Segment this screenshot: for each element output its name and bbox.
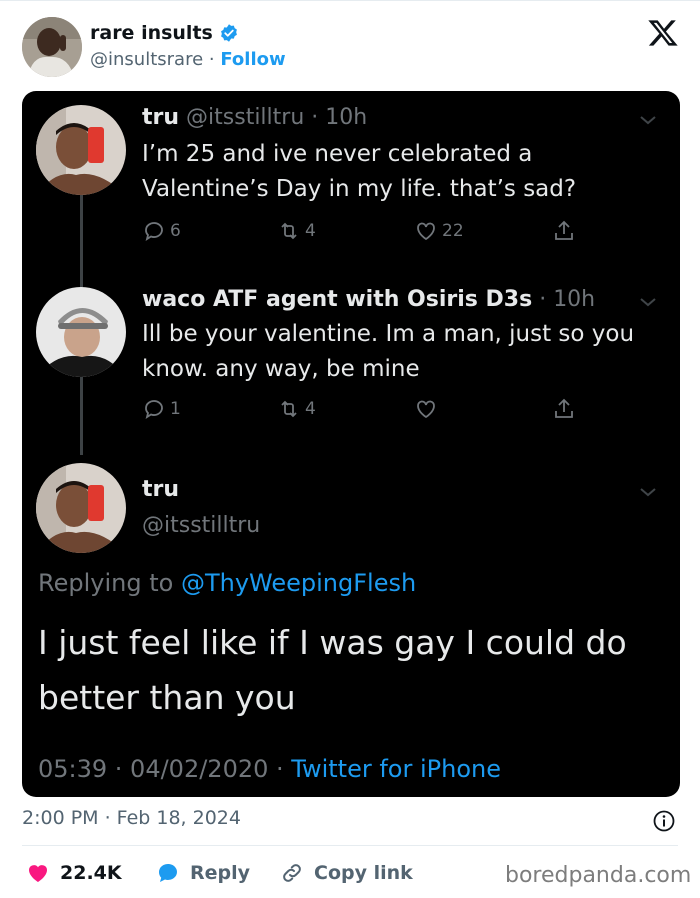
tweet1-like: 22 xyxy=(414,219,464,243)
follow-button[interactable]: Follow xyxy=(220,49,285,70)
tweet2-text: Ill be your valentine. Im a man, just so… xyxy=(142,321,635,382)
reply-label: Reply xyxy=(190,862,251,884)
tweet3-handle: @itsstilltru xyxy=(142,513,261,538)
info-icon[interactable] xyxy=(652,809,676,833)
reply-icon xyxy=(145,222,163,241)
tweet3-time-date: 05:39 · 04/02/2020 · xyxy=(38,755,284,783)
replying-to: Replying to @ThyWeepingFlesh xyxy=(38,569,416,597)
retweet-icon xyxy=(281,222,297,240)
reply-button[interactable]: Reply xyxy=(156,861,250,885)
post-card: rare insults @insultsrare · Follow tru @… xyxy=(0,0,700,898)
replying-to-handle: @ThyWeepingFlesh xyxy=(180,569,417,597)
tweet1-reply: 6 xyxy=(142,219,181,243)
link-icon xyxy=(283,864,301,882)
tweet1-text: I’m 25 and ive never celebrated a Valent… xyxy=(142,141,577,202)
heart-filled-icon xyxy=(29,865,47,882)
embedded-screenshot: tru @itsstilltru · 10h I’m 25 and ive ne… xyxy=(22,91,680,797)
tweet2-like xyxy=(414,397,438,421)
tweet2-retweet: 4 xyxy=(277,397,316,421)
tweet2-header: waco ATF agent with Osiris D3s · 10h xyxy=(142,287,595,312)
share-icon xyxy=(555,220,573,240)
tweet1-share xyxy=(552,219,576,243)
author-handle-row: @insultsrare · Follow xyxy=(90,49,286,70)
thread-line xyxy=(80,195,83,289)
author-handle[interactable]: @insultsrare xyxy=(90,49,203,70)
tweet3-avatar xyxy=(36,463,126,553)
tweet2-retweet-count: 4 xyxy=(305,399,316,419)
chevron-down-icon xyxy=(640,488,656,497)
tweet2-actions: 1 4 xyxy=(142,397,612,427)
tweet2-name: waco ATF agent with Osiris D3s xyxy=(142,287,533,312)
copy-link-button[interactable]: Copy link xyxy=(280,861,413,885)
verified-badge-icon xyxy=(220,24,237,42)
tweet1-meta: @itsstilltru · 10h xyxy=(186,105,368,130)
tweet2-avatar xyxy=(36,287,126,377)
author-name-row[interactable]: rare insults xyxy=(90,22,239,44)
author-avatar[interactable] xyxy=(22,17,82,77)
tweet1-name: tru xyxy=(142,105,180,130)
tweet2-share xyxy=(552,397,576,421)
post-timestamp[interactable]: 2:00 PM · Feb 18, 2024 xyxy=(22,807,241,829)
tweet1-actions: 6 4 22 xyxy=(142,219,612,249)
like-count: 22.4K xyxy=(60,862,122,884)
reply-bubble-icon xyxy=(158,863,177,882)
like-button[interactable]: 22.4K xyxy=(26,861,122,885)
tweet3-text: I just feel like if I was gay I could do… xyxy=(38,623,627,717)
tweet3-name-row: tru xyxy=(142,477,179,502)
tweet1-avatar xyxy=(36,105,126,195)
chevron-down-icon xyxy=(640,116,656,125)
tweet3-source: Twitter for iPhone xyxy=(291,755,501,783)
reply-icon xyxy=(145,400,163,419)
tweet1-header: tru @itsstilltru · 10h xyxy=(142,105,367,130)
x-logo-icon[interactable] xyxy=(647,17,679,49)
divider xyxy=(22,845,678,846)
retweet-icon xyxy=(281,400,297,418)
author-name[interactable]: rare insults xyxy=(90,22,213,44)
chevron-down-icon xyxy=(640,298,656,307)
handle-separator: · xyxy=(208,49,215,70)
tweet2-reply: 1 xyxy=(142,397,181,421)
tweet3-handle-row: @itsstilltru xyxy=(142,513,260,538)
copy-link-label: Copy link xyxy=(314,862,413,884)
watermark: boredpanda.com xyxy=(505,863,692,888)
thread-line xyxy=(80,377,83,455)
tweet1-retweet-count: 4 xyxy=(305,221,316,241)
tweet2-meta: · 10h xyxy=(539,287,596,312)
replying-to-prefix: Replying to xyxy=(38,569,174,597)
share-icon xyxy=(555,398,573,418)
tweet1-like-count: 22 xyxy=(442,221,464,241)
tweet3-meta: 05:39 · 04/02/2020 · Twitter for iPhone xyxy=(38,755,501,783)
tweet1-retweet: 4 xyxy=(277,219,316,243)
heart-icon xyxy=(417,222,435,241)
heart-icon xyxy=(417,400,435,419)
tweet1-reply-count: 6 xyxy=(170,221,181,241)
tweet3-name: tru xyxy=(142,477,180,502)
tweet2-reply-count: 1 xyxy=(170,399,181,419)
